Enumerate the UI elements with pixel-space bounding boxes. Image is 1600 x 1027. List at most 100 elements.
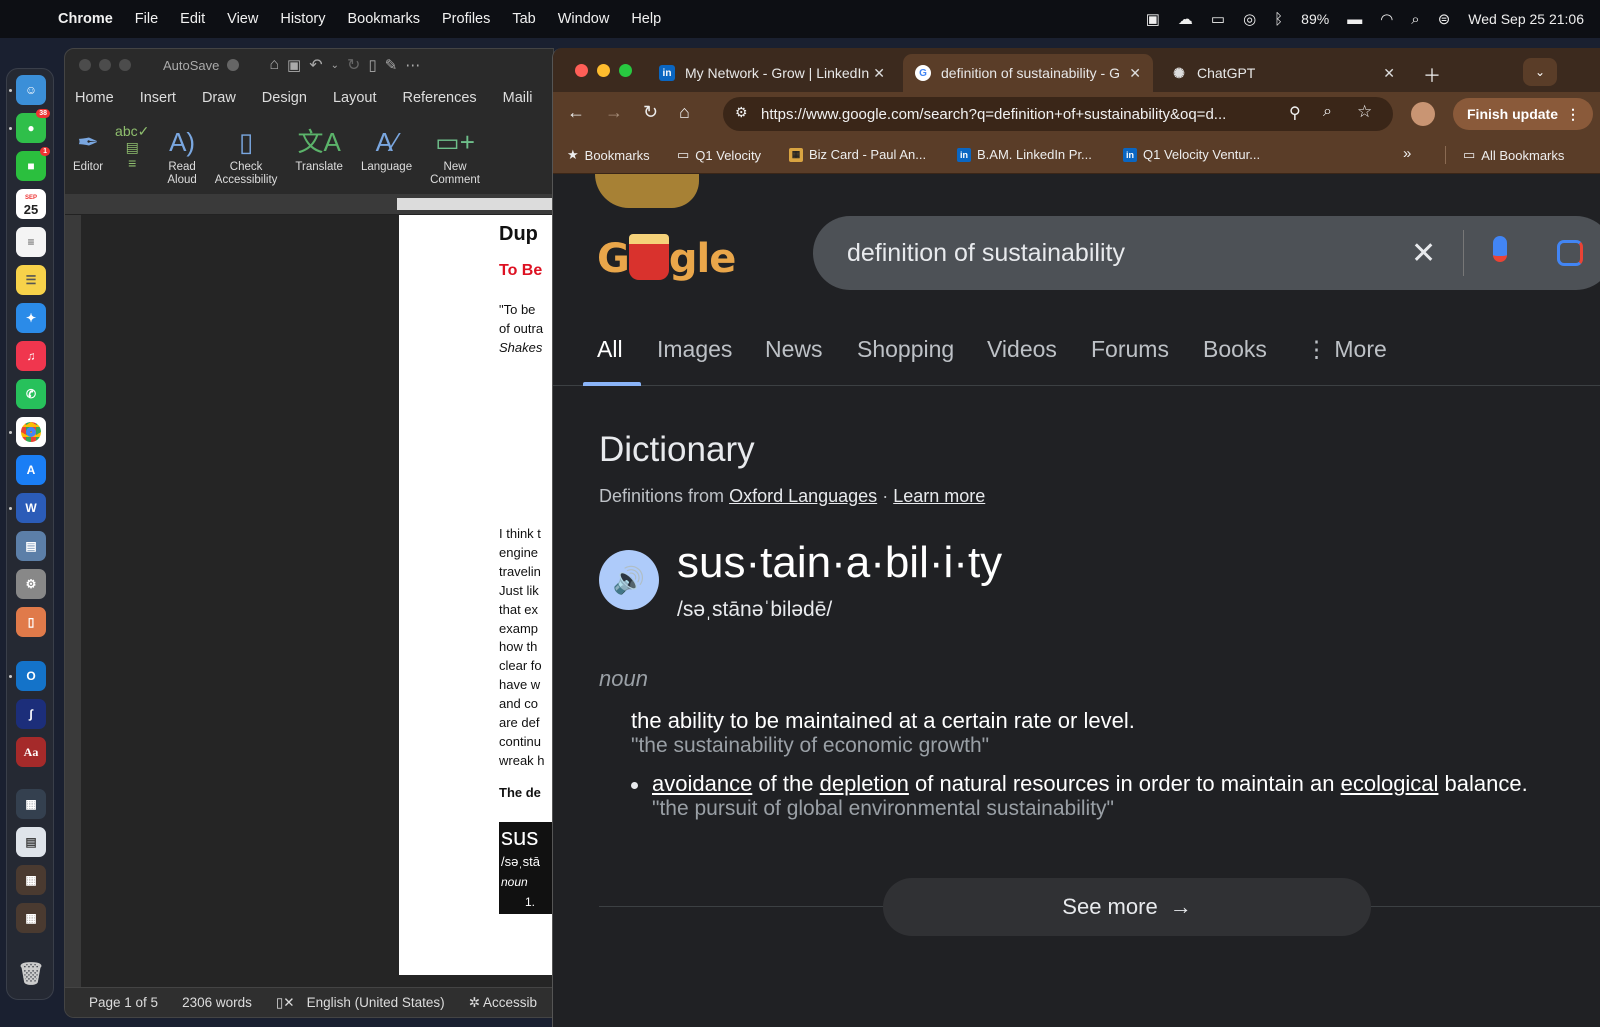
- minimize-button[interactable]: [99, 59, 111, 71]
- iphone-mirroring-icon[interactable]: ▯: [16, 607, 46, 637]
- new-comment-button[interactable]: ▭+ New Comment: [430, 123, 480, 187]
- see-more-button[interactable]: See more →: [883, 878, 1371, 936]
- learn-more-link[interactable]: Learn more: [893, 486, 985, 506]
- menu-profiles[interactable]: Profiles: [442, 11, 490, 27]
- pronunciation-speaker-button[interactable]: 🔊: [599, 550, 659, 610]
- save-icon[interactable]: ▣: [287, 56, 301, 74]
- link-depletion[interactable]: depletion: [820, 771, 909, 796]
- location-icon[interactable]: ⚲: [1289, 103, 1301, 123]
- read-aloud-button[interactable]: A) Read Aloud: [167, 123, 196, 187]
- menu-datetime[interactable]: Wed Sep 25 21:06: [1468, 11, 1584, 27]
- bookmark-item[interactable]: ▦ Biz Card - Paul An...: [789, 147, 926, 162]
- autosave-toggle[interactable]: [227, 59, 240, 71]
- close-tab-icon[interactable]: ✕: [873, 65, 885, 82]
- tab-insert[interactable]: Insert: [140, 90, 176, 106]
- all-bookmarks-button[interactable]: ▭ All Bookmarks: [1463, 147, 1564, 163]
- close-tab-icon[interactable]: ✕: [1383, 65, 1395, 82]
- trash-icon[interactable]: 🗑: [16, 959, 46, 989]
- translate-button[interactable]: 文A Translate: [295, 123, 343, 174]
- dictionary-icon[interactable]: Aa: [16, 737, 46, 767]
- site-info-icon[interactable]: ⚙: [735, 104, 748, 121]
- tab-books[interactable]: Books: [1203, 336, 1267, 363]
- bookmark-star-icon[interactable]: ☆: [1357, 102, 1372, 122]
- draw-tool-icon[interactable]: ✎: [385, 56, 398, 74]
- safari-icon[interactable]: ✦: [16, 303, 46, 333]
- tab-linkedin[interactable]: in My Network - Grow | LinkedIn ✕: [647, 54, 897, 92]
- back-icon[interactable]: ←: [567, 102, 585, 123]
- tab-design[interactable]: Design: [262, 90, 307, 106]
- proofing-icon[interactable]: ▯✕: [276, 995, 295, 1011]
- system-settings-icon[interactable]: ⚙: [16, 569, 46, 599]
- tab-draw[interactable]: Draw: [202, 90, 236, 106]
- oxford-languages-link[interactable]: Oxford Languages: [729, 486, 877, 506]
- reminders-icon[interactable]: ≡: [16, 227, 46, 257]
- tab-search-icon[interactable]: ⌄: [1523, 58, 1557, 86]
- tab-videos[interactable]: Videos: [987, 336, 1057, 363]
- menu-edit[interactable]: Edit: [180, 11, 205, 27]
- minimize-window-button[interactable]: [597, 64, 610, 77]
- tab-mailings[interactable]: Maili: [503, 90, 533, 106]
- outlook-status-icon[interactable]: ▣: [1146, 10, 1160, 28]
- notes-icon[interactable]: ☰: [16, 265, 46, 295]
- accessibility-status[interactable]: ✲ Accessib: [469, 995, 537, 1011]
- close-button[interactable]: [79, 59, 91, 71]
- address-bar[interactable]: ⚙ https://www.google.com/search?q=defini…: [723, 97, 1393, 131]
- tab-home[interactable]: Home: [75, 90, 114, 106]
- undo-dropdown-icon[interactable]: ⌄: [331, 60, 339, 71]
- bookmark-item[interactable]: in Q1 Velocity Ventur...: [1123, 147, 1260, 162]
- tab-references[interactable]: References: [402, 90, 476, 106]
- outlook-icon[interactable]: O: [16, 661, 46, 691]
- music-icon[interactable]: ♫: [16, 341, 46, 371]
- home-icon[interactable]: ⌂: [269, 56, 279, 74]
- vertical-ruler[interactable]: [65, 215, 81, 1015]
- check-accessibility-button[interactable]: ▯ Check Accessibility: [215, 123, 278, 187]
- spotlight-search-icon[interactable]: ⌕: [1411, 11, 1419, 28]
- chrome-icon[interactable]: [16, 417, 46, 447]
- redo-icon[interactable]: ↻: [347, 55, 360, 75]
- bookmark-item[interactable]: ★ Bookmarks: [567, 147, 650, 163]
- menu-history[interactable]: History: [280, 11, 325, 27]
- menu-help[interactable]: Help: [631, 11, 661, 27]
- tab-more[interactable]: ⋮ More: [1305, 336, 1387, 363]
- menu-tab[interactable]: Tab: [512, 11, 535, 27]
- bookmark-item[interactable]: in B.AM. LinkedIn Pr...: [957, 147, 1092, 162]
- recent-window-thumb-1[interactable]: ▦: [16, 789, 46, 819]
- bookmark-item[interactable]: ▭ Q1 Velocity: [677, 147, 761, 163]
- cloud-icon[interactable]: ☁: [1178, 10, 1193, 28]
- finish-update-button[interactable]: Finish update ⋮: [1453, 98, 1593, 130]
- google-doodle-logo[interactable]: Ggle: [597, 234, 736, 282]
- bluetooth-icon[interactable]: ᛒ: [1274, 11, 1283, 28]
- new-tab-icon[interactable]: ＋: [1423, 62, 1441, 88]
- word-icon[interactable]: W: [16, 493, 46, 523]
- language-button[interactable]: A⁄ Language: [361, 123, 412, 174]
- menu-view[interactable]: View: [227, 11, 258, 27]
- menu-app-name[interactable]: Chrome: [58, 11, 113, 27]
- tab-layout[interactable]: Layout: [333, 90, 377, 106]
- undo-icon[interactable]: ↶: [309, 55, 322, 75]
- battery-icon[interactable]: ▬: [1347, 11, 1362, 28]
- finder-icon[interactable]: ☺: [16, 75, 46, 105]
- close-window-button[interactable]: [575, 64, 588, 77]
- tab-chatgpt[interactable]: ✺ ChatGPT ✕: [1159, 54, 1407, 92]
- menu-file[interactable]: File: [135, 11, 158, 27]
- zoom-window-button[interactable]: [619, 64, 632, 77]
- tab-forums[interactable]: Forums: [1091, 336, 1169, 363]
- word-count[interactable]: 2306 words: [182, 995, 252, 1010]
- tab-news[interactable]: News: [765, 336, 823, 363]
- display-icon[interactable]: ▭: [1211, 10, 1225, 28]
- horizontal-ruler[interactable]: [65, 195, 553, 215]
- new-document-icon[interactable]: ▯: [368, 56, 376, 74]
- tab-all[interactable]: All: [597, 336, 623, 363]
- language-status[interactable]: English (United States): [307, 995, 445, 1010]
- menu-window[interactable]: Window: [558, 11, 610, 27]
- facetime-icon[interactable]: ■ 1: [16, 147, 50, 181]
- home-icon[interactable]: ⌂: [679, 102, 690, 123]
- whatsapp-icon[interactable]: ✆: [16, 379, 46, 409]
- link-avoidance[interactable]: avoidance: [652, 771, 752, 796]
- tab-images[interactable]: Images: [657, 336, 732, 363]
- preview-icon[interactable]: ▤: [16, 531, 46, 561]
- recent-window-thumb-2[interactable]: ▤: [16, 827, 46, 857]
- more-options-icon[interactable]: ⋯: [405, 56, 420, 74]
- reload-icon[interactable]: ↻: [643, 102, 658, 123]
- recent-window-thumb-3[interactable]: ▦: [16, 865, 46, 895]
